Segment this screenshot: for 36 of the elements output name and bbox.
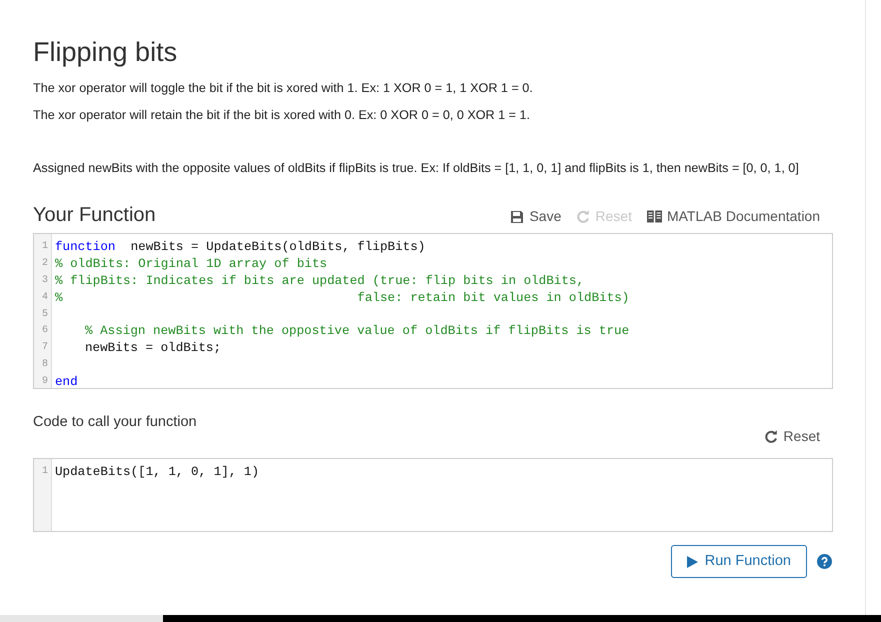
code-comment: % Assign newBits with the oppostive value of oldBits if flipBits is true: [85, 324, 630, 338]
code-comment: % false: retain bit values in oldBits): [55, 290, 630, 305]
section-heading: Code to call your function: [33, 413, 197, 431]
code-comment: % oldBits: Original 1D array of bits: [55, 256, 328, 271]
save-button[interactable]: Save: [510, 206, 562, 227]
line-number: 2: [42, 258, 48, 269]
code-text: UpdateBits([1, 1, 0, 1], 1): [55, 465, 260, 479]
refresh-icon: [576, 210, 590, 224]
line-number: 6: [42, 325, 48, 336]
line-number: 9: [42, 376, 48, 388]
play-icon: [686, 556, 698, 568]
line-number: 7: [42, 342, 48, 354]
description-text: The xor operator will toggle the bit if the bit is xored with 1. Ex: 1 XOR 0 = 1, 1 XOR 1 = 0.: [33, 80, 534, 97]
help-icon[interactable]: [817, 554, 832, 569]
line-number: 3: [42, 274, 48, 286]
reset-button[interactable]: Reset: [764, 426, 820, 447]
run-function-button[interactable]: Run Function: [670, 545, 807, 578]
code-text: newBits = oldBits;: [85, 341, 222, 356]
code-text: newBits = UpdateBits(oldBits, flipBits): [130, 240, 426, 254]
code-comment: % flipBits: Indicates if bits are updated (true: flip bits in oldBits,: [55, 274, 584, 288]
description-text: Assigned newBits with the opposite values of oldBits if flipBits is true. Ex: If oldBits = [1, 1, 0, 1] and flipBits is 1, then newBits = [0, 0, 1, 0]: [33, 160, 800, 177]
page-title: Flipping bits: [33, 36, 178, 68]
documentation-link[interactable]: MATLAB Documentation: [646, 206, 820, 227]
line-number: 4: [42, 292, 48, 303]
line-number: 5: [42, 308, 48, 320]
line-number: 1: [42, 241, 48, 252]
section-heading: Your Function: [33, 203, 156, 227]
code-editor[interactable]: [33, 233, 833, 389]
description-text: The xor operator will retain the bit if the bit is xored with 0. Ex: 0 XOR 0 = 0, 0 XOR 1 = 1.: [33, 107, 531, 124]
code-keyword: function: [55, 240, 116, 254]
refresh-icon: [764, 430, 778, 444]
line-number: 8: [42, 359, 48, 370]
code-keyword: end: [55, 375, 78, 390]
code-editor[interactable]: 1 UpdateBits([1, 1, 0, 1], 1): [33, 458, 833, 532]
line-number: 1: [42, 466, 48, 477]
book-icon: [646, 210, 662, 223]
